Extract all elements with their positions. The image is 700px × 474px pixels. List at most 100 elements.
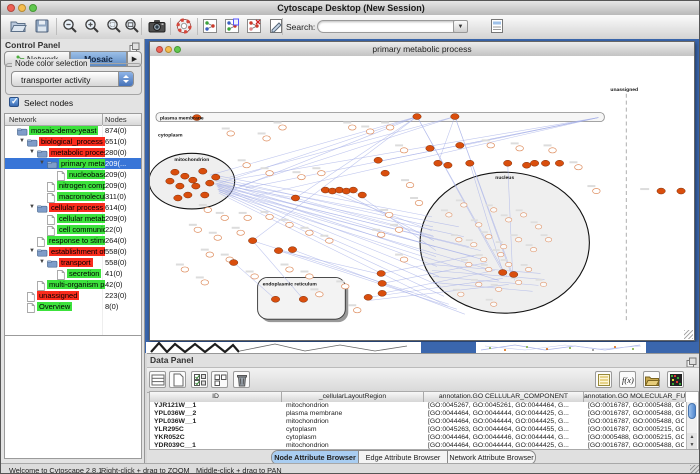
network-node-selected[interactable] — [530, 160, 538, 166]
network-node-selected[interactable] — [299, 296, 307, 302]
network-node[interactable] — [491, 208, 497, 212]
network-node[interactable] — [476, 282, 482, 286]
network-node[interactable] — [243, 163, 251, 168]
expand-arrow-icon[interactable]: ▼ — [29, 204, 35, 211]
search-input[interactable] — [317, 20, 463, 33]
heatmap-icon[interactable] — [667, 371, 684, 388]
zoom-fit-icon[interactable] — [123, 17, 142, 36]
network-node[interactable] — [377, 232, 385, 237]
network-node[interactable] — [181, 267, 189, 272]
network-node[interactable] — [406, 183, 414, 188]
network-node[interactable] — [221, 215, 229, 220]
save-session-icon[interactable] — [33, 17, 52, 36]
network-node-selected[interactable] — [349, 187, 357, 193]
network-node[interactable] — [227, 131, 235, 136]
network-node[interactable] — [487, 143, 495, 148]
tree-row-overview[interactable]: Overview8(0) — [5, 301, 141, 312]
network-node-selected[interactable] — [451, 114, 459, 120]
network-node[interactable] — [286, 267, 294, 272]
network-node[interactable] — [491, 302, 497, 306]
table-row[interactable]: YPL036W__1mitochondrion[GO:0044464, GO:0… — [150, 418, 686, 426]
network-node[interactable] — [456, 238, 462, 242]
tree-row-cellular-process[interactable]: ▼cellular process614(0) — [5, 202, 141, 213]
zoom-selected-icon[interactable] — [105, 17, 124, 36]
network-node[interactable] — [237, 230, 245, 235]
network-node-selected[interactable] — [184, 192, 192, 198]
network-node-selected[interactable] — [199, 168, 207, 174]
table-row[interactable]: YLR295Ccytoplasm[GO:0045263, GO:0044464,… — [150, 426, 686, 434]
table-row[interactable]: YKR052Ccytoplasm[GO:0044464, GO:0044446,… — [150, 434, 686, 442]
function-builder-icon[interactable]: f(x) — [619, 371, 636, 388]
column-header[interactable]: _cellularLayoutRegion — [282, 392, 424, 402]
expand-arrow-icon[interactable]: ▼ — [19, 138, 25, 145]
network-node[interactable] — [400, 148, 408, 153]
network-node-selected[interactable] — [413, 114, 421, 120]
network-node-selected[interactable] — [201, 192, 209, 198]
network-node[interactable] — [549, 148, 557, 153]
network-node-selected[interactable] — [176, 183, 184, 189]
network-node-selected[interactable] — [206, 180, 214, 186]
network-node-selected[interactable] — [499, 269, 507, 275]
tree-row-nitrogen-compo[interactable]: nitrogen compo209(0) — [5, 180, 141, 191]
background-windows-strip[interactable] — [145, 342, 700, 353]
annotation-icon[interactable] — [267, 17, 286, 36]
network-node[interactable] — [266, 171, 274, 176]
network-node[interactable] — [306, 230, 314, 235]
network-node[interactable] — [520, 213, 526, 217]
tree-row-unassigned[interactable]: unassigned223(0) — [5, 290, 141, 301]
network-node[interactable] — [316, 292, 324, 297]
network-node[interactable] — [395, 227, 403, 232]
network-node[interactable] — [204, 207, 212, 212]
network-node-selected[interactable] — [166, 178, 174, 184]
window-resize-grip[interactable] — [684, 330, 693, 339]
network-node[interactable] — [501, 244, 507, 248]
table-row[interactable]: YDR039C__1mitochondrion[GO:0044464, GO:0… — [150, 442, 686, 450]
create-view-icon[interactable] — [223, 17, 242, 36]
network-node[interactable] — [481, 257, 487, 261]
zoom-in-icon[interactable] — [83, 17, 102, 36]
app-resize-grip[interactable] — [690, 465, 700, 474]
tree-row-macromolecule[interactable]: macromolecule311(0) — [5, 191, 141, 202]
network-node[interactable] — [545, 238, 551, 242]
network-node[interactable] — [201, 280, 209, 285]
network-node-selected[interactable] — [444, 162, 452, 168]
scrollbar-thumb[interactable] — [688, 403, 696, 419]
expand-arrow-icon[interactable]: ▼ — [29, 149, 35, 156]
network-node[interactable] — [575, 165, 583, 170]
network-node[interactable] — [530, 247, 536, 251]
network-node[interactable] — [341, 284, 349, 289]
network-node[interactable] — [326, 238, 334, 243]
network-node-selected[interactable] — [274, 248, 282, 254]
network-node-selected[interactable] — [456, 142, 464, 148]
network-node[interactable] — [194, 227, 202, 232]
network-node-selected[interactable] — [288, 247, 296, 253]
network-node[interactable] — [385, 212, 393, 217]
network-node-selected[interactable] — [171, 169, 179, 175]
network-node-selected[interactable] — [522, 162, 530, 168]
network-node-selected[interactable] — [426, 145, 434, 151]
network-node[interactable] — [266, 214, 274, 219]
network-window-titlebar[interactable]: primary metabolic process — [150, 42, 694, 57]
network-node[interactable] — [446, 213, 452, 217]
select-attributes-icon[interactable] — [191, 371, 208, 388]
tree-row-establishment-of-lo[interactable]: ▼establishment of lo558(0) — [5, 246, 141, 257]
expand-arrow-icon[interactable]: ▼ — [39, 160, 45, 167]
network-node[interactable] — [505, 262, 511, 266]
expand-arrow-icon[interactable]: ▼ — [39, 259, 45, 266]
network-node-selected[interactable] — [230, 260, 238, 266]
network-node-selected[interactable] — [377, 270, 385, 276]
network-node[interactable] — [540, 282, 546, 286]
tree-row-cellular-metabol[interactable]: cellular metabol209(0) — [5, 213, 141, 224]
float-panel-icon[interactable] — [129, 40, 140, 51]
search-dropdown-button[interactable]: ▼ — [453, 20, 468, 33]
tree-row-nucleobase-[interactable]: nucleobase-209(0) — [5, 169, 141, 180]
network-node[interactable] — [400, 257, 408, 262]
column-header[interactable]: ID — [150, 392, 282, 402]
network-node[interactable] — [348, 125, 356, 130]
import-attributes-icon[interactable] — [643, 371, 660, 388]
network-node[interactable] — [279, 125, 287, 130]
network-node-selected[interactable] — [378, 280, 386, 286]
network-node[interactable] — [486, 267, 492, 271]
network-node-selected[interactable] — [358, 192, 366, 198]
select-nodes-checkbox[interactable] — [9, 97, 19, 107]
